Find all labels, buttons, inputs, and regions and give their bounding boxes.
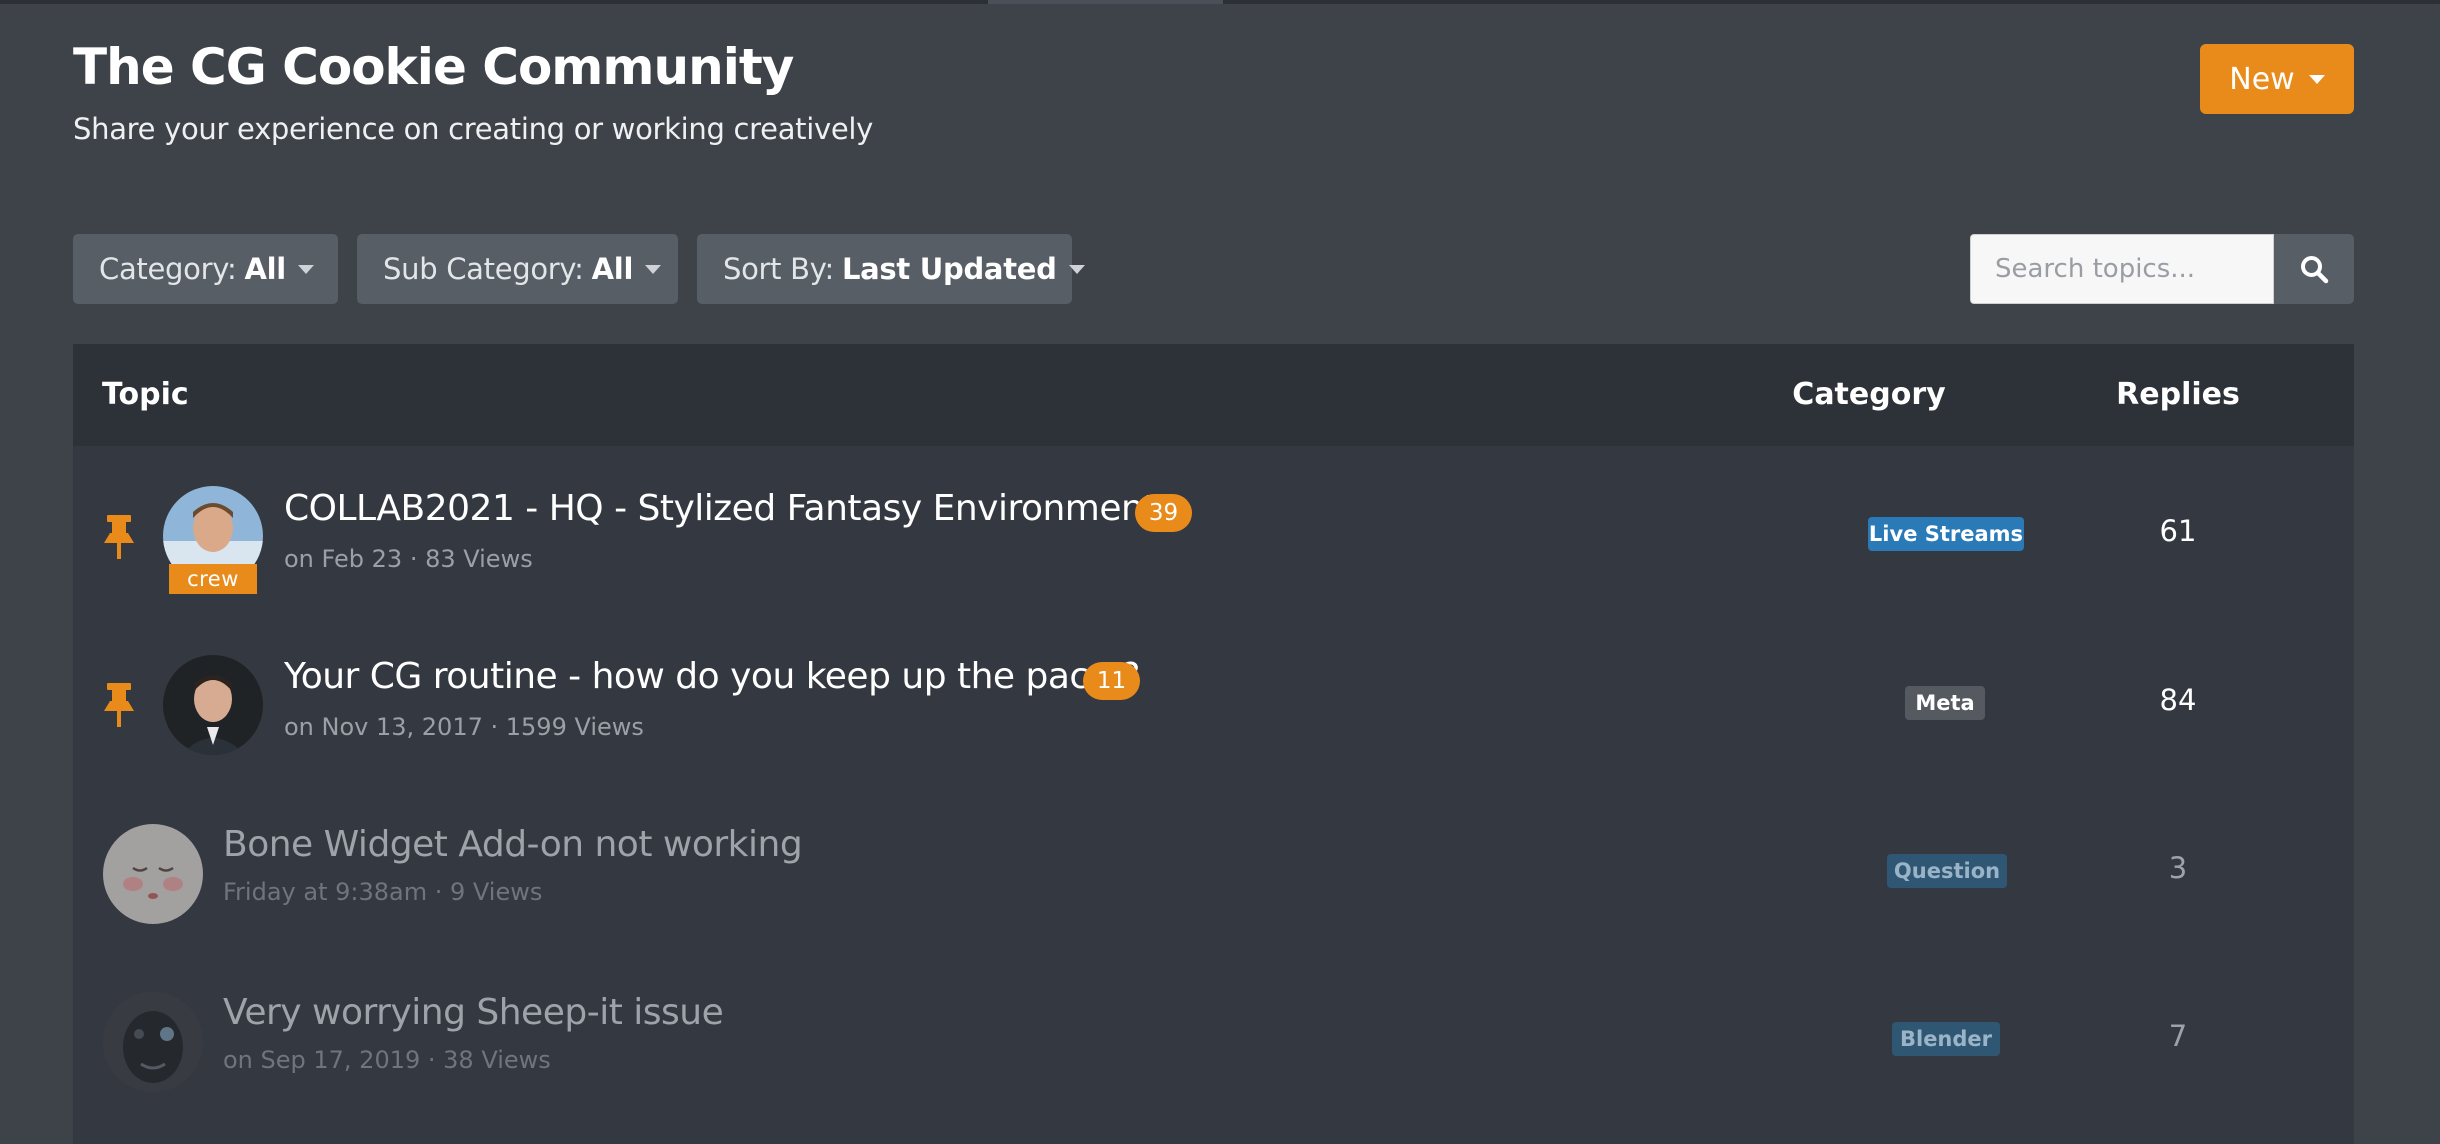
topic-meta: on Nov 13, 2017 · 1599 Views xyxy=(284,713,644,741)
reply-count: 84 xyxy=(2159,683,2197,717)
table-row[interactable]: Bone Widget Add-on not working Friday at… xyxy=(73,782,2354,950)
pin-icon xyxy=(104,515,134,559)
category-filter-dropdown[interactable]: Category: All xyxy=(73,234,338,304)
new-count-badge: 39 xyxy=(1135,494,1192,532)
table-row[interactable]: Very worrying Sheep-it issue on Sep 17, … xyxy=(73,950,2354,1118)
column-header-topic: Topic xyxy=(102,377,189,412)
column-header-category: Category xyxy=(1792,377,1946,412)
table-row[interactable]: crew COLLAB2021 - HQ - Stylized Fantasy … xyxy=(73,446,2354,614)
page-subtitle: Share your experience on creating or wor… xyxy=(73,112,874,146)
new-topic-button[interactable]: New xyxy=(2200,44,2354,114)
category-badge[interactable]: Question xyxy=(1887,854,2007,888)
category-badge[interactable]: Blender xyxy=(1892,1022,2000,1056)
sort-by-value: Last Updated xyxy=(841,252,1057,286)
chevron-down-icon xyxy=(297,264,314,274)
topic-meta: Friday at 9:38am · 9 Views xyxy=(223,878,543,906)
table-header: Topic Category Replies xyxy=(73,344,2354,446)
category-filter-value: All xyxy=(244,252,286,286)
column-header-replies: Replies xyxy=(2116,377,2240,412)
chevron-down-icon xyxy=(1068,264,1085,274)
avatar[interactable] xyxy=(163,655,263,755)
chevron-down-icon xyxy=(645,264,662,274)
avatar[interactable] xyxy=(103,992,203,1092)
search-icon xyxy=(2301,256,2329,284)
topic-title-link[interactable]: Your CG routine - how do you keep up the… xyxy=(284,656,1140,697)
topic-title-link[interactable]: Very worrying Sheep-it issue xyxy=(223,992,724,1033)
new-button-label: New xyxy=(2229,61,2295,97)
search-input[interactable] xyxy=(1970,234,2274,304)
subcategory-filter-label: Sub Category: xyxy=(383,252,584,286)
avatar-photo xyxy=(163,655,263,755)
sort-by-dropdown[interactable]: Sort By: Last Updated xyxy=(697,234,1085,304)
reply-count: 7 xyxy=(2168,1019,2188,1053)
topic-title-link[interactable]: COLLAB2021 - HQ - Stylized Fantasy Envir… xyxy=(284,488,1157,529)
topics-table: Topic Category Replies crew COLLAB2021 -… xyxy=(73,344,2354,1144)
category-badge[interactable]: Live Streams xyxy=(1868,517,2024,551)
pin-icon xyxy=(104,683,134,727)
page-title: The CG Cookie Community xyxy=(73,38,794,96)
subcategory-filter-value: All xyxy=(591,252,634,286)
reply-count: 61 xyxy=(2159,514,2197,548)
avatar[interactable] xyxy=(103,824,203,924)
chevron-down-icon xyxy=(2308,74,2325,84)
topic-meta: on Sep 17, 2019 · 38 Views xyxy=(223,1046,551,1074)
subcategory-filter-dropdown[interactable]: Sub Category: All xyxy=(357,234,678,304)
search-button[interactable] xyxy=(2274,234,2354,304)
topic-meta: on Feb 23 · 83 Views xyxy=(284,545,533,573)
sort-by-label: Sort By: xyxy=(723,252,834,286)
reply-count: 3 xyxy=(2168,851,2188,885)
new-count-badge: 11 xyxy=(1083,662,1140,700)
table-row[interactable]: Your CG routine - how do you keep up the… xyxy=(73,614,2354,782)
avatar-photo xyxy=(103,992,203,1092)
topic-title-link[interactable]: Bone Widget Add-on not working xyxy=(223,824,803,865)
community-page: The CG Cookie Community Share your exper… xyxy=(0,0,2440,1144)
crew-badge: crew xyxy=(169,564,257,594)
avatar-photo xyxy=(103,824,203,924)
category-filter-label: Category: xyxy=(99,252,237,286)
category-badge[interactable]: Meta xyxy=(1905,686,1985,720)
